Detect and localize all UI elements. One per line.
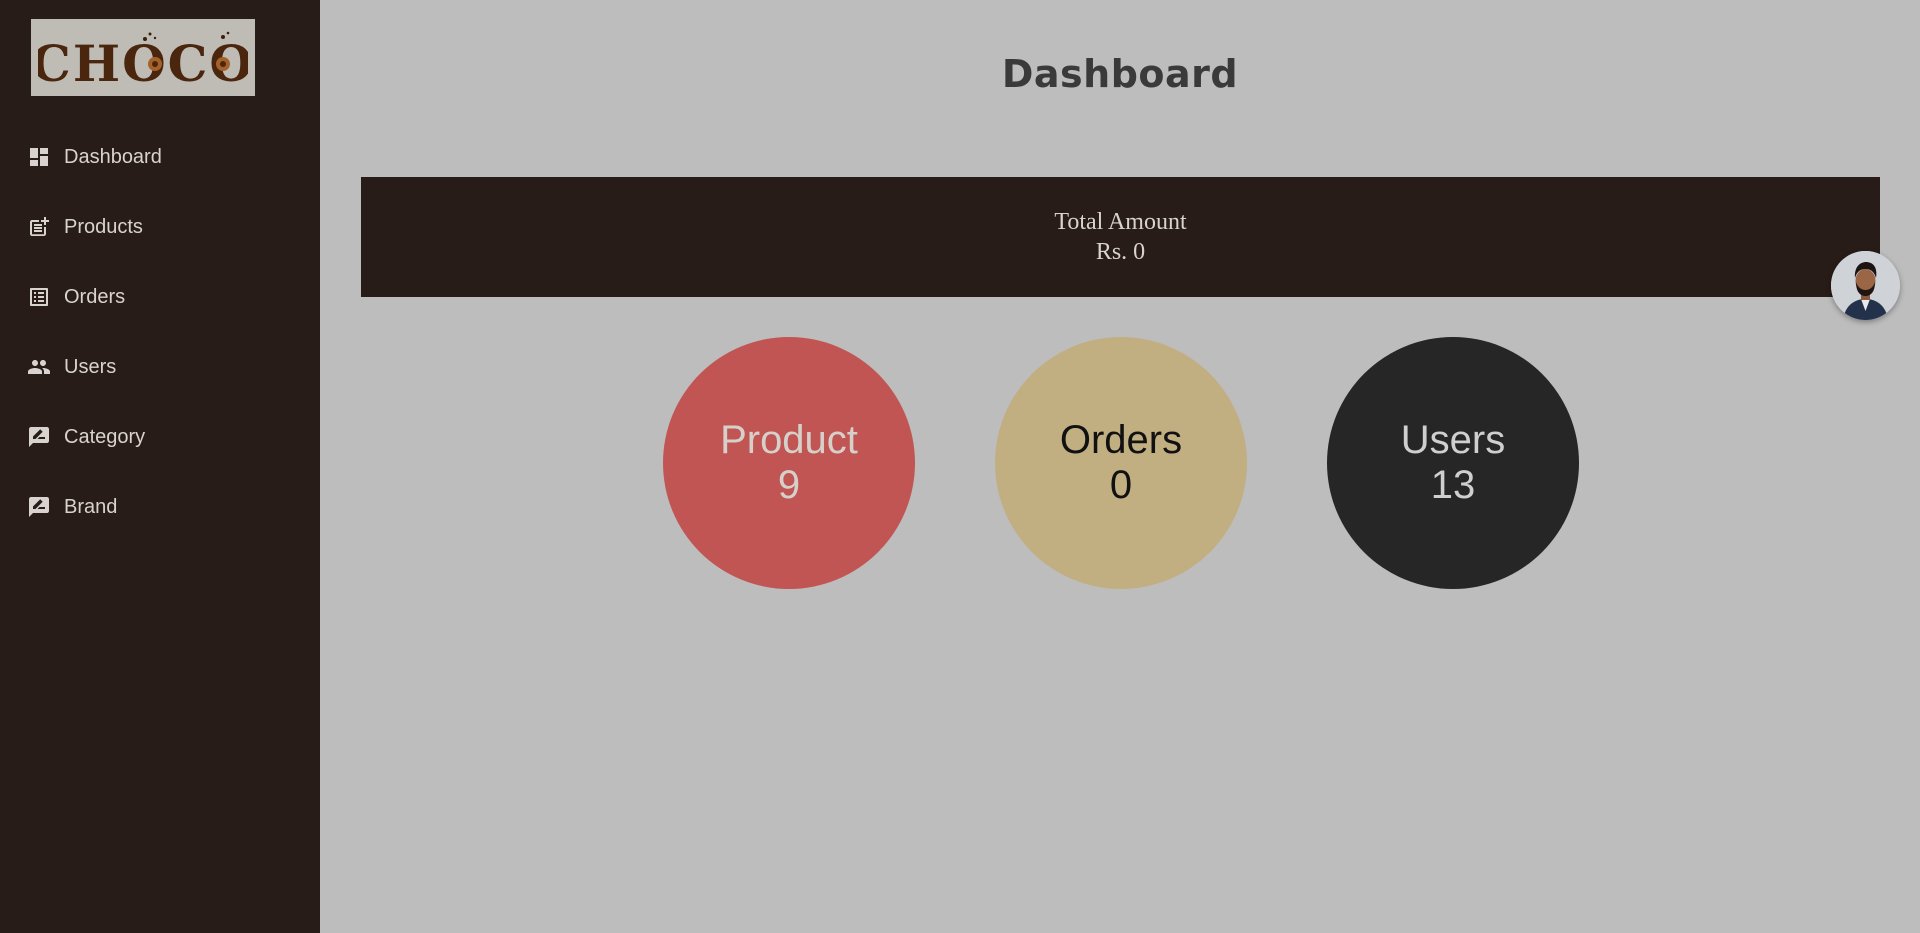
sidebar-item-dashboard[interactable]: Dashboard (0, 122, 320, 192)
stat-value: 9 (777, 463, 801, 507)
total-amount-label: Total Amount (1054, 209, 1187, 235)
sidebar-item-label: Brand (64, 495, 118, 518)
sidebar-item-label: Dashboard (64, 145, 162, 168)
sidebar-item-label: Category (64, 425, 146, 448)
sidebar-item-label: Users (64, 355, 117, 378)
stat-users[interactable]: Users 13 (1327, 337, 1579, 589)
sidebar-item-label: Products (64, 215, 143, 238)
main-content: Dashboard Total Amount Rs. 0 Product 9 O… (320, 0, 1920, 933)
avatar-icon (1831, 251, 1900, 320)
post-add-icon (26, 214, 52, 240)
brand-logo[interactable]: CHOCO (31, 19, 255, 96)
stat-label: Users (1400, 418, 1506, 462)
user-avatar[interactable] (1831, 251, 1900, 320)
sidebar: CHOCO Dashboard Products Orders Users Ca… (0, 0, 320, 933)
people-icon (26, 354, 52, 380)
stat-value: 13 (1430, 463, 1476, 507)
stat-label: Orders (1059, 418, 1183, 462)
rate-review-icon (26, 494, 52, 520)
choco-logo-icon: CHOCO (38, 31, 248, 91)
stat-orders[interactable]: Orders 0 (995, 337, 1247, 589)
sidebar-item-label: Orders (64, 285, 126, 308)
sidebar-item-brand[interactable]: Brand (0, 472, 320, 542)
total-amount-card: Total Amount Rs. 0 (361, 177, 1880, 297)
sidebar-item-users[interactable]: Users (0, 332, 320, 402)
sidebar-item-products[interactable]: Products (0, 192, 320, 262)
rate-review-icon (26, 424, 52, 450)
dashboard-icon (26, 144, 52, 170)
stat-value: 0 (1109, 463, 1133, 507)
page-title: Dashboard (1001, 52, 1239, 96)
total-amount-value: Rs. 0 (1095, 239, 1146, 265)
stat-label: Product (720, 418, 858, 462)
stat-product[interactable]: Product 9 (663, 337, 915, 589)
sidebar-nav: Dashboard Products Orders Users Category (0, 122, 320, 542)
sidebar-item-category[interactable]: Category (0, 402, 320, 472)
sidebar-item-orders[interactable]: Orders (0, 262, 320, 332)
list-icon (26, 284, 52, 310)
